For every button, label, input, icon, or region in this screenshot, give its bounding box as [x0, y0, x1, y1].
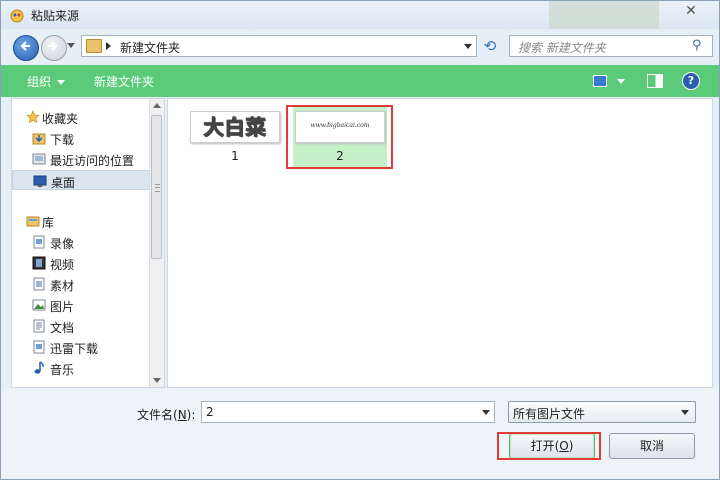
- nav-item-thunder-downloads[interactable]: 迅雷下载: [12, 337, 150, 357]
- recent-places-icon: [32, 153, 46, 165]
- filename-history-dropdown[interactable]: [482, 410, 490, 415]
- navigation-scrollbar[interactable]: [149, 99, 164, 387]
- new-folder-button[interactable]: 新建文件夹: [94, 73, 154, 90]
- highlight-box-selected-file: [286, 105, 393, 169]
- filename-label: 文件名(N):: [137, 406, 195, 423]
- nav-item-downloads[interactable]: 下载: [12, 128, 150, 148]
- grip-icon: [155, 184, 160, 192]
- nav-label: 音乐: [50, 363, 75, 377]
- scroll-down-icon[interactable]: [153, 378, 161, 383]
- organize-button[interactable]: 组织: [27, 73, 66, 90]
- filename-value: 2: [206, 405, 214, 419]
- nav-label: 迅雷下载: [50, 342, 99, 356]
- nav-favorites[interactable]: 收藏夹: [12, 107, 150, 127]
- file-thumbnail: 大白菜: [190, 111, 280, 143]
- recordings-library-icon: [33, 235, 45, 249]
- materials-library-icon: [33, 277, 45, 291]
- nav-item-recent-places[interactable]: 最近访问的位置: [12, 149, 150, 169]
- command-bar: 组织 新建文件夹 ?: [1, 65, 719, 97]
- nav-label: 素材: [50, 279, 75, 293]
- paste-app-icon: [10, 9, 24, 23]
- address-dropdown[interactable]: [464, 44, 472, 49]
- filename-label-text: 文件名(: [137, 408, 178, 422]
- thunder-download-library-icon: [33, 340, 45, 354]
- nav-label: 录像: [50, 237, 75, 251]
- breadcrumb-separator-icon[interactable]: [106, 42, 111, 50]
- nav-label: 收藏夹: [42, 112, 79, 126]
- window-title: 粘贴来源: [31, 9, 80, 23]
- search-icon[interactable]: ⚲: [692, 39, 706, 53]
- refresh-icon[interactable]: ⟲: [481, 37, 499, 55]
- nav-item-desktop[interactable]: 桌面: [12, 170, 150, 190]
- filename-label-suffix: ):: [186, 408, 196, 422]
- address-bar-row: 新建文件夹 ⟲ 搜索 新建文件夹 ⚲: [1, 29, 719, 65]
- filename-input[interactable]: 2: [201, 401, 495, 423]
- scrollbar-thumb[interactable]: [151, 115, 162, 259]
- nav-label: 下载: [50, 133, 75, 147]
- preview-pane-icon[interactable]: [647, 74, 663, 88]
- organize-label: 组织: [27, 75, 52, 89]
- nav-label: 库: [42, 216, 55, 230]
- chevron-down-icon: [57, 80, 66, 85]
- navigation-pane: 收藏夹 下载 最近访问的位置 桌面 库 录像 视频 素材 图片 文档 迅雷下载 …: [11, 98, 165, 388]
- folder-icon: [86, 39, 102, 53]
- close-button[interactable]: ✕: [671, 1, 711, 21]
- nav-item-videos[interactable]: 视频: [12, 253, 150, 273]
- star-icon: [26, 110, 40, 124]
- open-file-dialog: 粘贴来源 ✕ 新建文件夹 ⟲ 搜索 新建文件夹 ⚲ 组织 新建文件夹 ? 收藏夹…: [0, 0, 720, 480]
- video-library-icon: [32, 256, 46, 270]
- blurred-background: [549, 1, 659, 29]
- dialog-footer: 文件名(N): 2 所有图片文件 打开(O) 取消: [1, 389, 719, 479]
- nav-label: 最近访问的位置: [50, 154, 135, 168]
- search-placeholder: 搜索 新建文件夹: [518, 41, 606, 55]
- file-list: 大白菜 1 www.bigbaicai.com 2: [167, 98, 713, 388]
- nav-label: 文档: [50, 321, 75, 335]
- library-icon: [26, 216, 40, 227]
- documents-library-icon: [33, 319, 45, 333]
- back-button[interactable]: [13, 35, 39, 61]
- nav-item-documents[interactable]: 文档: [12, 316, 150, 336]
- download-folder-icon: [32, 133, 46, 145]
- forward-arrow-icon: [48, 41, 58, 51]
- search-input[interactable]: 搜索 新建文件夹 ⚲: [509, 35, 713, 57]
- chevron-down-icon: [681, 410, 689, 415]
- desktop-icon: [33, 175, 47, 187]
- file-name: 1: [231, 149, 239, 163]
- address-box[interactable]: 新建文件夹: [81, 35, 477, 57]
- recent-pages-dropdown[interactable]: [67, 43, 75, 48]
- music-library-icon: [34, 361, 44, 374]
- file-type-value: 所有图片文件: [513, 407, 586, 421]
- nav-item-materials[interactable]: 素材: [12, 274, 150, 294]
- change-view-icon[interactable]: [593, 75, 607, 87]
- nav-label: 桌面: [51, 176, 76, 190]
- nav-item-music[interactable]: 音乐: [12, 358, 150, 378]
- filename-accesskey: N: [177, 408, 187, 422]
- nav-label: 图片: [50, 300, 75, 314]
- nav-label: 视频: [50, 258, 75, 272]
- file-type-select[interactable]: 所有图片文件: [508, 401, 696, 423]
- back-arrow-icon: [20, 41, 30, 51]
- forward-button[interactable]: [41, 35, 67, 61]
- file-item[interactable]: 大白菜 1: [188, 107, 282, 167]
- breadcrumb-item[interactable]: 新建文件夹: [120, 39, 180, 56]
- pictures-library-icon: [32, 299, 46, 311]
- scroll-up-icon[interactable]: [153, 103, 161, 108]
- cancel-button[interactable]: 取消: [609, 433, 695, 459]
- nav-item-recordings[interactable]: 录像: [12, 232, 150, 252]
- title-bar: 粘贴来源 ✕: [1, 1, 719, 29]
- help-icon[interactable]: ?: [682, 72, 700, 90]
- view-options-dropdown[interactable]: [617, 79, 625, 84]
- nav-libraries[interactable]: 库: [12, 211, 150, 231]
- nav-item-pictures[interactable]: 图片: [12, 295, 150, 315]
- highlight-box-open-button: [497, 432, 601, 460]
